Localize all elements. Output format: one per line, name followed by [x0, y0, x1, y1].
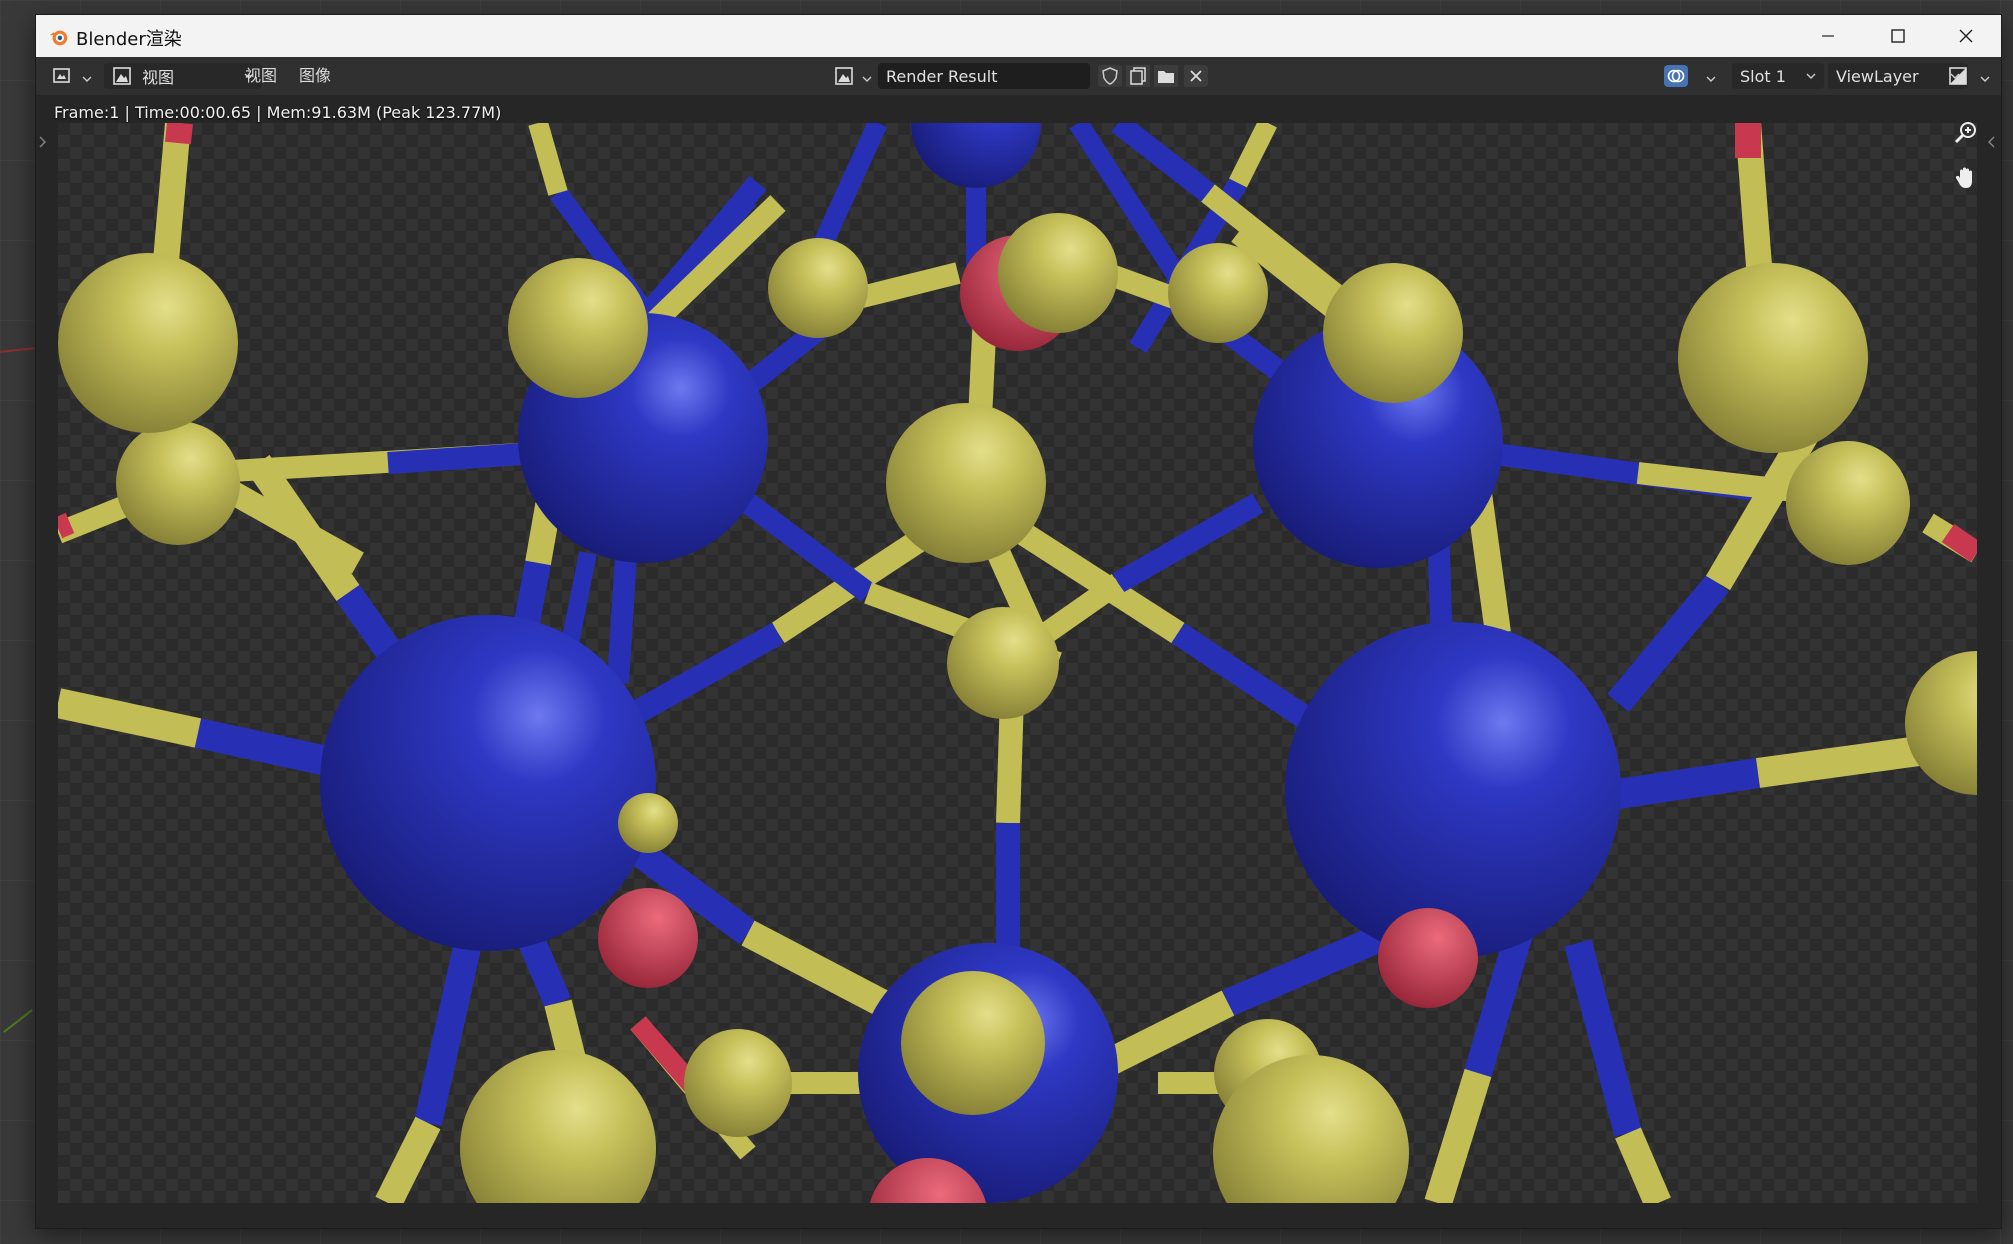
toolbar-expand-icon[interactable]: [38, 135, 48, 149]
unlink-image-button[interactable]: [1184, 65, 1208, 87]
chevron-down-icon: [1706, 76, 1716, 82]
zoom-button[interactable]: [1948, 115, 1984, 151]
slot-label: Slot 1: [1740, 66, 1786, 86]
molecule-render: [58, 123, 1977, 1203]
sidebar-expand-icon[interactable]: [1986, 135, 1996, 149]
menu-image[interactable]: 图像: [299, 63, 331, 89]
overlay-toggle-button[interactable]: [1664, 65, 1688, 87]
blender-logo-icon: [49, 30, 68, 46]
close-button[interactable]: [1931, 15, 2001, 57]
render-window: Blender渲染 视图 视图 图像 Render Result Slot 1 …: [36, 15, 2001, 1228]
title-bar[interactable]: Blender渲染: [36, 15, 2001, 57]
image-icon: [835, 67, 853, 85]
render-stats: Frame:1 | Time:00:00.65 | Mem:91.63M (Pe…: [54, 103, 502, 122]
close-icon: [1959, 29, 1973, 43]
minimize-button[interactable]: [1793, 15, 1863, 57]
editor-type-button[interactable]: [50, 65, 74, 87]
new-image-button[interactable]: [1126, 65, 1150, 87]
shield-icon: [1102, 67, 1118, 85]
hand-icon: [1955, 167, 1972, 188]
image-name-label: Render Result: [886, 66, 998, 86]
chevron-down-icon: [82, 76, 92, 82]
display-channels-button[interactable]: [1946, 65, 1970, 87]
folder-icon: [1158, 71, 1174, 83]
maximize-button[interactable]: [1863, 15, 1933, 57]
slot-dropdown[interactable]: Slot 1: [1732, 63, 1824, 89]
duplicate-icon: [1130, 67, 1146, 85]
menu-view[interactable]: 视图: [245, 63, 277, 89]
display-channels-icon: [1949, 67, 1967, 85]
editor-type-icon: [53, 68, 70, 83]
view-layer-label: ViewLayer: [1836, 66, 1919, 86]
chevron-down-icon: [1806, 73, 1816, 79]
image-name-field[interactable]: Render Result: [878, 63, 1090, 89]
chevron-down-icon: [862, 76, 872, 82]
view-mode-dropdown[interactable]: 视图: [104, 63, 262, 89]
x-icon: [1190, 70, 1202, 82]
render-result-image[interactable]: [58, 123, 1977, 1203]
view-mode-label: 视图: [142, 68, 175, 87]
image-icon: [113, 67, 131, 85]
open-image-button[interactable]: [1154, 65, 1178, 87]
browse-image-button[interactable]: [832, 65, 856, 87]
overlay-icon: [1667, 69, 1685, 83]
image-editor-header: 视图 视图 图像 Render Result Slot 1 ViewLayer: [36, 57, 2001, 95]
pan-button[interactable]: [1948, 160, 1984, 196]
fake-user-button[interactable]: [1098, 65, 1122, 87]
window-title: Blender渲染: [76, 29, 182, 50]
zoom-icon: [1954, 122, 1976, 144]
maximize-icon: [1891, 29, 1905, 43]
minimize-icon: [1822, 35, 1834, 37]
chevron-down-icon: [1980, 76, 1990, 82]
